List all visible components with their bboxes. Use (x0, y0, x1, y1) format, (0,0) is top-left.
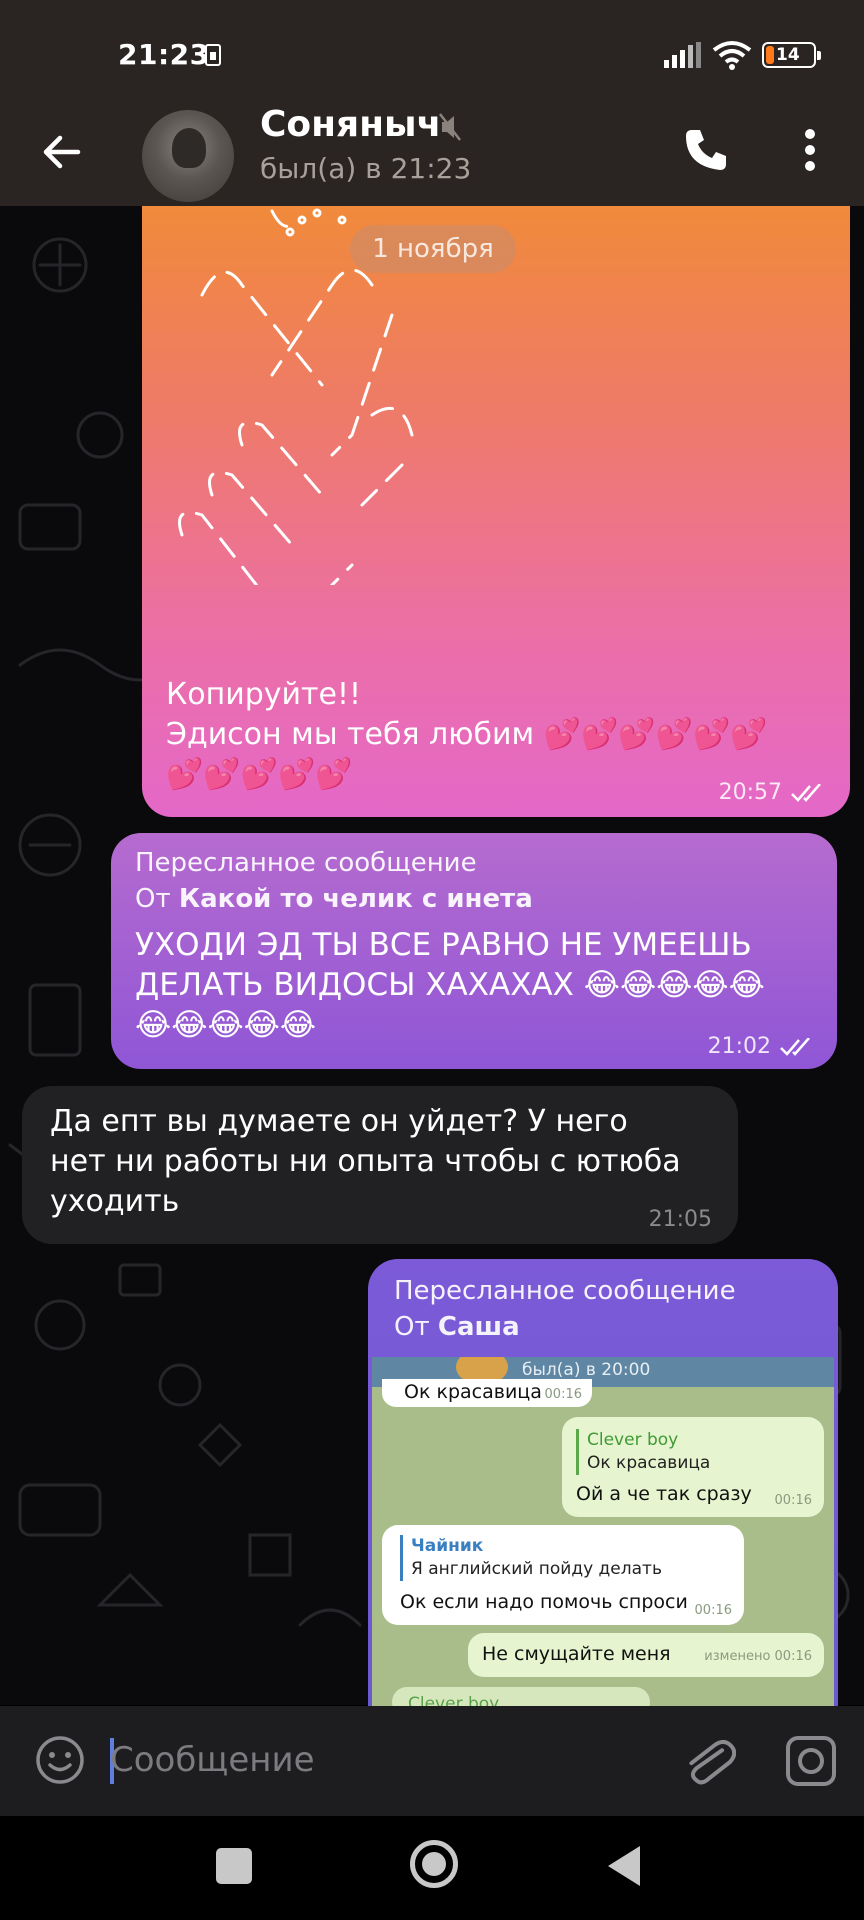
screenshot-text: Ок если надо помочь спроси (400, 1591, 688, 1613)
forwarded-from-prefix: От (394, 1312, 438, 1342)
message-text: Копируйте!! Эдисон мы тебя любим 💕💕💕💕💕💕 … (166, 675, 826, 795)
message-bubble-incoming[interactable]: Да епт вы думаете он уйдет? У него нет н… (22, 1086, 738, 1244)
screenshot-quote-name: Чайник (411, 1536, 484, 1556)
screenshot-bubble: Clever boy Ок красавица Ой а че так сраз… (562, 1417, 824, 1517)
forwarded-title: Пересланное сообщение (394, 1276, 736, 1306)
chat-header: Соняныч был(а) в 21:23 (0, 104, 864, 206)
message-time: 21:05 (648, 1207, 712, 1232)
forwarded-from[interactable]: От Саша (394, 1309, 814, 1345)
message-line: уходить (50, 1184, 180, 1219)
avatar[interactable] (142, 110, 234, 202)
forwarded-screenshot-image[interactable]: был(а) в 20:00 Ок красавица 00:16 Clever… (372, 1357, 834, 1709)
battery-saver-icon (205, 44, 221, 66)
message-line: Копируйте!! (166, 677, 362, 712)
message-time: 21:02 (707, 1034, 771, 1059)
screenshot-time: 00:16 (774, 1493, 812, 1508)
contact-status: был(а) в 21:23 (260, 152, 472, 185)
forwarded-title: Пересланное сообщение (135, 848, 477, 878)
screenshot-time: изменено 00:16 (704, 1649, 812, 1664)
message-line: УХОДИ ЭД ТЫ ВСЕ РАВНО НЕ УМЕЕШЬ (135, 927, 752, 963)
double-check-icon (780, 1037, 810, 1056)
recents-button[interactable] (216, 1848, 252, 1884)
message-line: Эдисон мы тебя любим 💕💕💕💕💕💕 (166, 717, 768, 752)
more-vertical-icon[interactable] (790, 122, 830, 178)
screenshot-text: Не смущайте меня (482, 1643, 671, 1665)
message-text: Да епт вы думаете он уйдет? У него нет н… (50, 1102, 710, 1222)
contact-name[interactable]: Соняныч (260, 104, 441, 145)
message-composer (0, 1706, 864, 1816)
message-meta: 21:02 (708, 1034, 815, 1059)
screenshot-quote-block: Чайник Я английский пойду делать (400, 1535, 662, 1581)
screenshot-time: 00:16 (544, 1387, 582, 1402)
message-bubble-forwarded[interactable]: Пересланное сообщение От Какой то челик … (111, 833, 837, 1069)
forwarded-from-name[interactable]: Саша (438, 1312, 520, 1342)
screenshot-quote-name: Clever boy (587, 1430, 679, 1450)
date-chip: 1 ноября (350, 225, 516, 273)
message-time: 20:57 (718, 780, 782, 805)
screenshot-header-status: был(а) в 20:00 (522, 1360, 651, 1380)
double-check-icon (791, 783, 821, 802)
forwarded-from[interactable]: От Какой то челик с инета (135, 881, 815, 917)
message-bubble-outgoing[interactable]: Копируйте!! Эдисон мы тебя любим 💕💕💕💕💕💕 … (142, 205, 850, 817)
screenshot-quote-text: Ок красавица (587, 1453, 711, 1473)
message-meta: 21:05 (649, 1207, 712, 1232)
back-button[interactable] (608, 1846, 640, 1886)
home-button[interactable] (410, 1840, 458, 1888)
battery-icon: 14 (762, 42, 821, 68)
system-navigation-bar (0, 1816, 864, 1920)
message-line: нет ни работы ни опыта чтобы с ютюба (50, 1144, 681, 1179)
screenshot-bubble: Не смущайте меня изменено 00:16 (468, 1633, 824, 1677)
screenshot-quote-text: Я английский пойду делать (411, 1559, 662, 1579)
message-input[interactable] (110, 1728, 670, 1792)
back-arrow-icon[interactable] (34, 124, 90, 180)
screenshot-quote-block: Clever boy Ок красавица (576, 1429, 710, 1475)
screenshot-bubble-fragment: Ок красавица 00:16 (382, 1379, 592, 1407)
battery-fill (766, 46, 774, 64)
forwarded-from-prefix: От (135, 884, 179, 914)
screenshot-text: Ок красавица (404, 1381, 542, 1403)
screenshot-bubble: Чайник Я английский пойду делать Ок если… (382, 1525, 744, 1625)
status-time: 21:23 (118, 38, 210, 71)
message-bubble-forwarded-photo[interactable]: Пересланное сообщение От Саша был(а) в 2… (368, 1259, 838, 1709)
wifi-icon (712, 41, 752, 70)
message-line: Да епт вы думаете он уйдет? У него (50, 1104, 628, 1139)
camera-icon[interactable] (784, 1734, 838, 1788)
forwarded-from-name[interactable]: Какой то челик с инета (179, 884, 533, 914)
phone-icon[interactable] (680, 124, 732, 176)
paperclip-icon[interactable] (680, 1730, 736, 1792)
screenshot-text: Ой а че так сразу (576, 1483, 752, 1505)
screenshot-time: 00:16 (694, 1603, 732, 1618)
battery-level: 14 (776, 45, 800, 65)
status-bar: 21:23 14 (0, 0, 864, 110)
message-meta: 20:57 (719, 780, 826, 805)
signal-icon (664, 42, 701, 68)
muted-icon (439, 113, 461, 141)
emoji-icon[interactable] (34, 1734, 86, 1786)
message-line: ДЕЛАТЬ ВИДОСЫ ХАХАХАХ 😂😂😂😂😂 (135, 967, 765, 1003)
